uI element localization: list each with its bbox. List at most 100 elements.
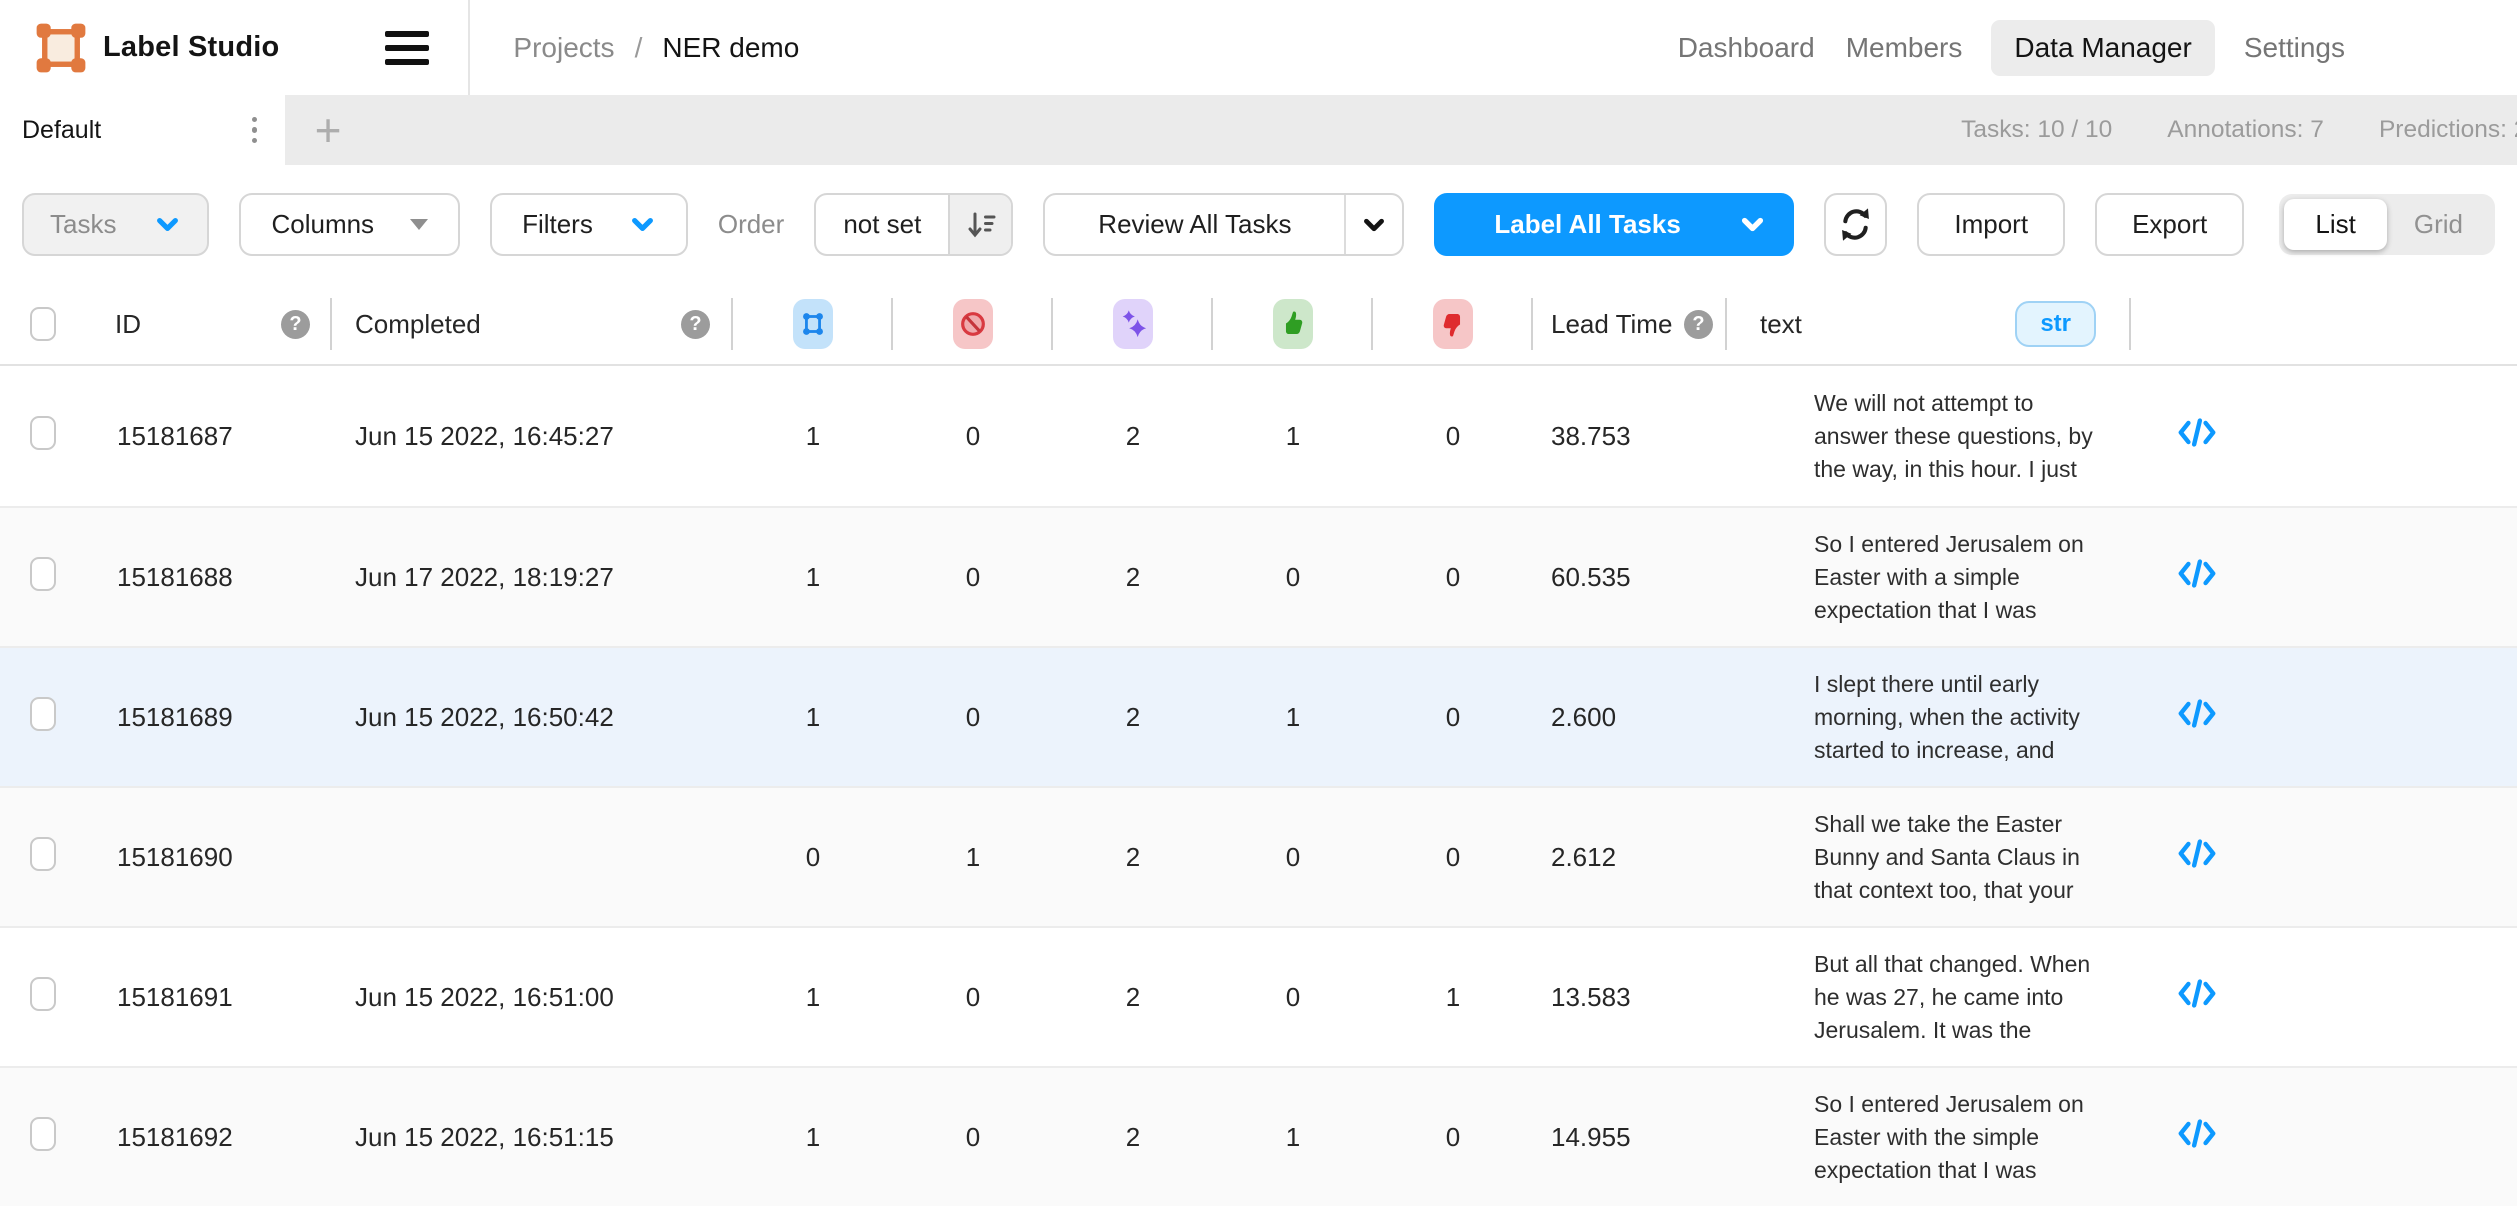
order-control[interactable]: not set (814, 193, 1013, 256)
task-id-cell: 15181689 (95, 702, 332, 733)
tab-default[interactable]: Default (0, 95, 285, 165)
code-icon[interactable] (2176, 697, 2218, 730)
column-header-source (2131, 284, 2301, 364)
row-checkbox[interactable] (30, 697, 56, 731)
select-all-cell (0, 284, 95, 364)
table-row[interactable]: 15181692 Jun 15 2022, 16:51:15 1 0 2 1 0… (0, 1066, 2517, 1206)
menu-toggle-icon[interactable] (385, 31, 429, 65)
task-id-cell: 15181690 (95, 842, 332, 873)
breadcrumb: Projects / NER demo (513, 32, 799, 64)
task-id-cell: 15181687 (95, 421, 332, 452)
code-icon[interactable] (2176, 416, 2218, 449)
cancelled-count-cell: 0 (893, 421, 1053, 452)
code-icon[interactable] (2176, 837, 2218, 870)
row-checkbox[interactable] (30, 977, 56, 1011)
column-header-completed[interactable]: Completed ? (332, 284, 733, 364)
accepted-badge (1273, 299, 1313, 349)
accepted-count-cell: 0 (1213, 842, 1373, 873)
completed-cell: Jun 15 2022, 16:51:00 (332, 982, 733, 1013)
column-header-cancelled-annotations[interactable] (893, 284, 1053, 364)
label-all-tasks-button[interactable]: Label All Tasks (1434, 193, 1794, 256)
code-icon[interactable] (2176, 557, 2218, 590)
select-all-checkbox[interactable] (30, 307, 56, 341)
completed-cell: Jun 15 2022, 16:45:27 (332, 421, 733, 452)
source-cell (2131, 977, 2301, 1017)
column-header-accepted[interactable] (1213, 284, 1373, 364)
predictions-count-stat: Predictions: 20 (2379, 116, 2517, 144)
columns-dropdown[interactable]: Columns (239, 193, 460, 256)
breadcrumb-separator: / (635, 32, 643, 64)
order-label: Order (718, 209, 784, 240)
rejected-count-cell: 0 (1373, 562, 1533, 593)
source-cell (2131, 697, 2301, 737)
triangle-down-icon (410, 219, 428, 230)
row-checkbox[interactable] (30, 837, 56, 871)
table-row[interactable]: 15181689 Jun 15 2022, 16:50:42 1 0 2 1 0… (0, 646, 2517, 786)
topbar-divider (468, 0, 470, 95)
task-id-cell: 15181692 (95, 1122, 332, 1153)
grid-view-button[interactable]: Grid (2387, 199, 2490, 250)
tasks-dropdown[interactable]: Tasks (22, 193, 209, 256)
tab-label: Default (22, 116, 101, 145)
predictions-count-cell: 2 (1053, 562, 1213, 593)
thumbs-down-icon (1438, 307, 1468, 341)
tasks-count: Tasks: 10 / 10 (1961, 116, 2112, 144)
source-cell (2131, 557, 2301, 597)
sort-direction-button[interactable] (948, 195, 1011, 254)
refresh-button[interactable] (1824, 193, 1887, 256)
filters-dropdown[interactable]: Filters (490, 193, 688, 256)
chevron-down-icon[interactable] (1346, 195, 1402, 254)
nav-settings[interactable]: Settings (2242, 20, 2347, 76)
cancelled-badge (953, 299, 993, 349)
column-header-lead-time[interactable]: Lead Time ? (1533, 284, 1727, 364)
annotations-badge (793, 299, 833, 349)
table-body: 15181687 Jun 15 2022, 16:45:27 1 0 2 1 0… (0, 366, 2517, 1206)
nav-dashboard[interactable]: Dashboard (1676, 20, 1817, 76)
project-stats: Tasks: 10 / 10 Annotations: 7 Prediction… (1961, 95, 2517, 165)
table-row[interactable]: 15181691 Jun 15 2022, 16:51:00 1 0 2 0 1… (0, 926, 2517, 1066)
annotations-count-cell: 1 (733, 562, 893, 593)
tasks-table: ID ? Completed ? (0, 284, 2517, 1206)
add-view-button[interactable]: + (285, 95, 371, 165)
rejected-badge (1433, 299, 1473, 349)
nav-members[interactable]: Members (1844, 20, 1965, 76)
review-all-tasks-button[interactable]: Review All Tasks (1043, 193, 1404, 256)
breadcrumb-projects-link[interactable]: Projects (513, 32, 614, 64)
row-checkbox[interactable] (30, 416, 56, 450)
cancelled-count-cell: 0 (893, 702, 1053, 733)
row-checkbox[interactable] (30, 1117, 56, 1151)
cancelled-count-cell: 1 (893, 842, 1053, 873)
row-select-cell (0, 557, 95, 598)
table-row[interactable]: 15181688 Jun 17 2022, 18:19:27 1 0 2 0 0… (0, 506, 2517, 646)
predictions-count-cell: 2 (1053, 421, 1213, 452)
task-text-cell: Shall we take the Easter Bunny and Santa… (1727, 808, 2131, 907)
task-id-cell: 15181691 (95, 982, 332, 1013)
column-header-id[interactable]: ID ? (95, 284, 332, 364)
chevron-down-icon (1739, 211, 1766, 238)
task-text-cell: I slept there until early morning, when … (1727, 668, 2131, 767)
help-icon: ? (281, 310, 310, 339)
row-select-cell (0, 416, 95, 457)
row-checkbox[interactable] (30, 557, 56, 591)
tab-menu-icon[interactable] (248, 113, 262, 148)
code-icon[interactable] (2176, 1117, 2218, 1150)
label-studio-logo[interactable] (35, 22, 87, 74)
column-header-predictions[interactable] (1053, 284, 1213, 364)
table-row[interactable]: 15181690 0 1 2 0 0 2.612 Shall we take t… (0, 786, 2517, 926)
column-header-annotations[interactable] (733, 284, 893, 364)
predictions-count-cell: 2 (1053, 702, 1213, 733)
brand-title: Label Studio (103, 31, 279, 64)
row-select-cell (0, 697, 95, 738)
rejected-count-cell: 1 (1373, 982, 1533, 1013)
table-row[interactable]: 15181687 Jun 15 2022, 16:45:27 1 0 2 1 0… (0, 366, 2517, 506)
column-header-text[interactable]: text str (1727, 284, 2131, 364)
export-button[interactable]: Export (2095, 193, 2244, 256)
source-cell (2131, 1117, 2301, 1157)
cancelled-count-cell: 0 (893, 1122, 1053, 1153)
column-header-rejected[interactable] (1373, 284, 1533, 364)
list-view-button[interactable]: List (2284, 199, 2386, 250)
nav-data-manager[interactable]: Data Manager (1991, 20, 2214, 76)
code-icon[interactable] (2176, 977, 2218, 1010)
import-button[interactable]: Import (1917, 193, 2065, 256)
accepted-count-cell: 1 (1213, 702, 1373, 733)
